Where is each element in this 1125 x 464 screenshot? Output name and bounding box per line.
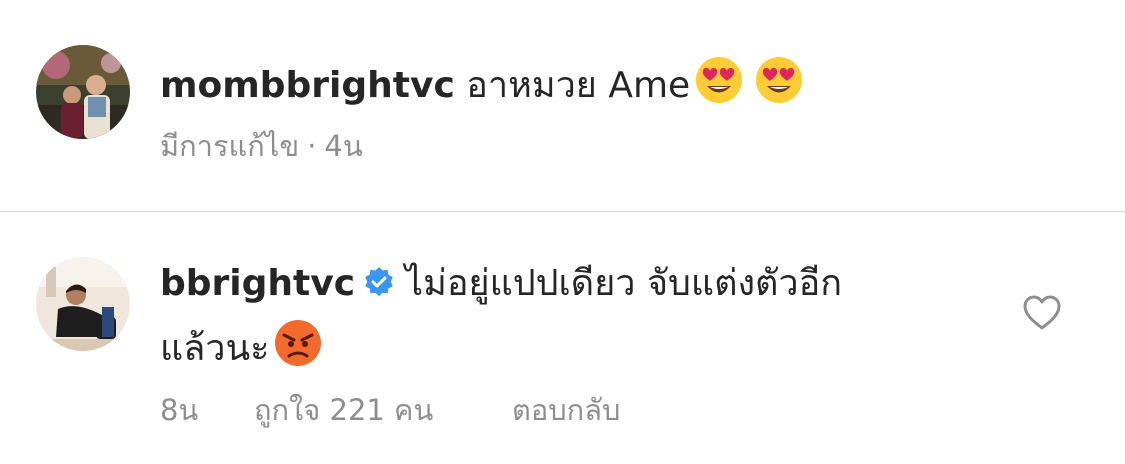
- comment-time: 4น: [324, 129, 363, 163]
- verified-badge-icon: [363, 265, 395, 309]
- comment-body: mombbrightvc อาหมวย Ame: [160, 55, 804, 116]
- comment-text-line2: แล้วนะ: [160, 328, 270, 369]
- comment-username[interactable]: bbrightvc: [160, 263, 355, 304]
- comment-body-line1: bbrightvc ไม่อยู่แปปเดียว จับแต่งตัวอีก: [160, 262, 842, 309]
- divider: [0, 211, 1125, 212]
- avatar-photo: [36, 257, 130, 351]
- heart-icon[interactable]: [1022, 295, 1062, 331]
- comment-text: อาหมวย Ame: [466, 65, 691, 106]
- edited-label: มีการแก้ไข: [160, 129, 300, 163]
- meta-separator: ·: [307, 129, 317, 163]
- angry-face-emoji: [273, 318, 323, 379]
- reply-button[interactable]: ตอบกลับ: [512, 392, 620, 428]
- comment-meta: มีการแก้ไข · 4น: [160, 128, 363, 164]
- heart-eyes-emoji: [694, 55, 744, 116]
- heart-eyes-emoji: [754, 55, 804, 116]
- likes-count-link[interactable]: ถูกใจ 221 คน: [254, 392, 433, 428]
- comment-time: 8น: [160, 393, 199, 427]
- avatar[interactable]: [36, 45, 130, 139]
- avatar-photo: [36, 45, 130, 139]
- comment-body-line2: แล้วนะ: [160, 318, 323, 379]
- comment-text-line1: ไม่อยู่แปปเดียว จับแต่งตัวอีก: [405, 263, 843, 304]
- comment-username[interactable]: mombbrightvc: [160, 65, 455, 106]
- avatar[interactable]: [36, 257, 130, 351]
